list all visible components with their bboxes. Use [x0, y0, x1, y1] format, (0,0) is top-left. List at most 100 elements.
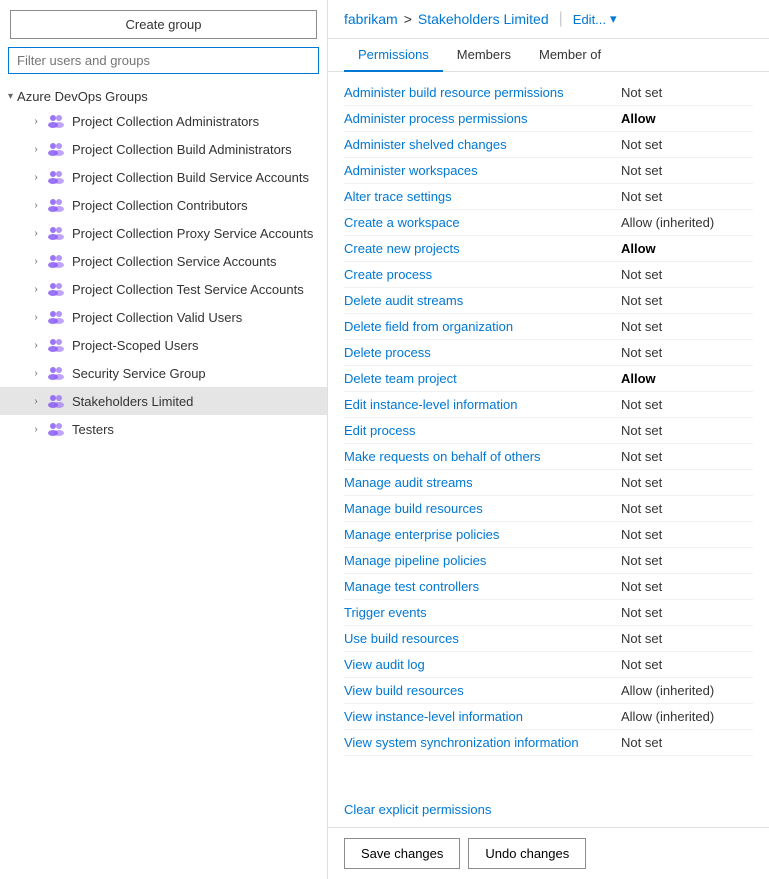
permissions-area: Administer build resource permissionsNot… [328, 72, 769, 802]
permission-name[interactable]: Edit process [344, 423, 613, 438]
permission-value[interactable]: Not set [613, 345, 753, 360]
permission-value[interactable]: Not set [613, 657, 753, 672]
tree-item[interactable]: › Project Collection Test Service Accoun… [0, 275, 327, 303]
permission-name[interactable]: Create new projects [344, 241, 613, 256]
edit-button[interactable]: Edit... ▾ [573, 11, 617, 27]
permission-name[interactable]: Manage test controllers [344, 579, 613, 594]
tree-item[interactable]: › Project Collection Valid Users [0, 303, 327, 331]
permission-value[interactable]: Allow (inherited) [613, 709, 753, 724]
group-name: Project Collection Test Service Accounts [72, 282, 304, 297]
permission-name[interactable]: View build resources [344, 683, 613, 698]
tree-item[interactable]: › Stakeholders Limited [0, 387, 327, 415]
tree-item[interactable]: › Project-Scoped Users [0, 331, 327, 359]
permission-value[interactable]: Allow (inherited) [613, 215, 753, 230]
expand-item-arrow-icon: › [28, 393, 44, 409]
expand-item-arrow-icon: › [28, 141, 44, 157]
permission-value[interactable]: Not set [613, 189, 753, 204]
permission-value[interactable]: Allow [613, 111, 753, 126]
tree-item[interactable]: › Testers [0, 415, 327, 443]
permission-name[interactable]: Delete process [344, 345, 613, 360]
chevron-down-icon: ▾ [610, 11, 617, 27]
permission-name[interactable]: Delete field from organization [344, 319, 613, 334]
permission-row: Edit instance-level informationNot set [344, 392, 753, 418]
permission-row: Delete team projectAllow [344, 366, 753, 392]
save-changes-button[interactable]: Save changes [344, 838, 460, 869]
permission-name[interactable]: View system synchronization information [344, 735, 613, 750]
tree-item[interactable]: › Project Collection Service Accounts [0, 247, 327, 275]
permission-name[interactable]: Manage audit streams [344, 475, 613, 490]
tab-memberOf[interactable]: Member of [525, 39, 615, 72]
permission-value[interactable]: Not set [613, 85, 753, 100]
permission-name[interactable]: Edit instance-level information [344, 397, 613, 412]
permission-name[interactable]: Create process [344, 267, 613, 282]
expand-item-arrow-icon: › [28, 225, 44, 241]
permission-name[interactable]: Alter trace settings [344, 189, 613, 204]
permission-value[interactable]: Allow (inherited) [613, 683, 753, 698]
breadcrumb-parent[interactable]: fabrikam [344, 11, 398, 27]
permission-name[interactable]: Administer shelved changes [344, 137, 613, 152]
permission-value[interactable]: Not set [613, 735, 753, 750]
permission-value[interactable]: Not set [613, 397, 753, 412]
tab-permissions[interactable]: Permissions [344, 39, 443, 72]
permission-name[interactable]: Create a workspace [344, 215, 613, 230]
group-name: Testers [72, 422, 114, 437]
permission-name[interactable]: Delete audit streams [344, 293, 613, 308]
permission-name[interactable]: Manage enterprise policies [344, 527, 613, 542]
tab-members[interactable]: Members [443, 39, 525, 72]
tree-item[interactable]: › Project Collection Build Administrator… [0, 135, 327, 163]
tree-item[interactable]: › Security Service Group [0, 359, 327, 387]
permission-value[interactable]: Allow [613, 371, 753, 386]
permission-row: Administer build resource permissionsNot… [344, 80, 753, 106]
permission-name[interactable]: Administer workspaces [344, 163, 613, 178]
tree-item[interactable]: › Project Collection Proxy Service Accou… [0, 219, 327, 247]
create-group-button[interactable]: Create group [10, 10, 317, 39]
permission-value[interactable]: Not set [613, 579, 753, 594]
permission-value[interactable]: Not set [613, 267, 753, 282]
permission-name[interactable]: Make requests on behalf of others [344, 449, 613, 464]
permission-name[interactable]: View audit log [344, 657, 613, 672]
permission-row: Edit processNot set [344, 418, 753, 444]
permission-name[interactable]: Use build resources [344, 631, 613, 646]
permission-name[interactable]: Trigger events [344, 605, 613, 620]
expand-item-arrow-icon: › [28, 197, 44, 213]
permission-row: Manage pipeline policiesNot set [344, 548, 753, 574]
expand-item-arrow-icon: › [28, 337, 44, 353]
group-name: Security Service Group [72, 366, 206, 381]
group-name: Project Collection Build Service Account… [72, 170, 309, 185]
permission-row: View audit logNot set [344, 652, 753, 678]
tree-item[interactable]: › Project Collection Contributors [0, 191, 327, 219]
permission-value[interactable]: Not set [613, 449, 753, 464]
tree-items-container: › Project Collection Administrators › Pr… [0, 107, 327, 443]
group-icon [46, 363, 66, 383]
clear-explicit-permissions-link[interactable]: Clear explicit permissions [328, 802, 769, 817]
group-icon [46, 111, 66, 131]
permission-value[interactable]: Not set [613, 501, 753, 516]
permission-name[interactable]: Manage build resources [344, 501, 613, 516]
permission-name[interactable]: Administer process permissions [344, 111, 613, 126]
group-icon [46, 279, 66, 299]
azure-devops-groups-label[interactable]: ▾ Azure DevOps Groups [0, 86, 327, 107]
permission-row: Create new projectsAllow [344, 236, 753, 262]
undo-changes-button[interactable]: Undo changes [468, 838, 586, 869]
permission-value[interactable]: Not set [613, 293, 753, 308]
permission-row: Trigger eventsNot set [344, 600, 753, 626]
group-name: Project Collection Administrators [72, 114, 259, 129]
permission-name[interactable]: Administer build resource permissions [344, 85, 613, 100]
permission-name[interactable]: View instance-level information [344, 709, 613, 724]
permission-value[interactable]: Not set [613, 475, 753, 490]
tree-item[interactable]: › Project Collection Administrators [0, 107, 327, 135]
permission-value[interactable]: Not set [613, 319, 753, 334]
permission-value[interactable]: Not set [613, 605, 753, 620]
permission-value[interactable]: Allow [613, 241, 753, 256]
group-name: Project-Scoped Users [72, 338, 198, 353]
permission-name[interactable]: Manage pipeline policies [344, 553, 613, 568]
permission-value[interactable]: Not set [613, 631, 753, 646]
permission-name[interactable]: Delete team project [344, 371, 613, 386]
permission-value[interactable]: Not set [613, 553, 753, 568]
permission-value[interactable]: Not set [613, 423, 753, 438]
filter-input[interactable] [8, 47, 319, 74]
permission-value[interactable]: Not set [613, 163, 753, 178]
permission-value[interactable]: Not set [613, 137, 753, 152]
permission-value[interactable]: Not set [613, 527, 753, 542]
tree-item[interactable]: › Project Collection Build Service Accou… [0, 163, 327, 191]
